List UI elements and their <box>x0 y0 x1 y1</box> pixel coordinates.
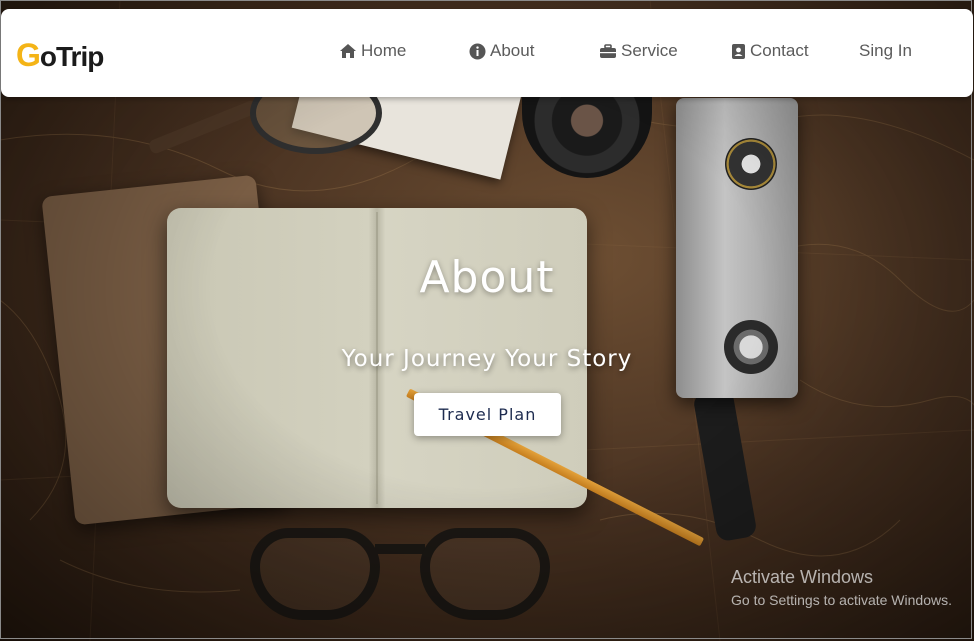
nav-contact-link[interactable]: Contact <box>731 41 809 61</box>
nav-home-label: Home <box>361 41 407 60</box>
nav-about-link[interactable]: About <box>469 41 534 61</box>
logo-text: oTrip <box>39 41 104 72</box>
nav-signin-link[interactable]: Sing In <box>859 41 912 61</box>
nav-contact-label: Contact <box>750 41 809 60</box>
activate-windows-title: Activate Windows <box>731 567 874 587</box>
top-navbar: GoTrip Home About Service Contact Sing I… <box>1 9 973 97</box>
gotrip-logo[interactable]: GoTrip <box>16 37 104 74</box>
page-title: About <box>419 252 555 303</box>
briefcase-icon <box>600 43 616 58</box>
home-icon <box>340 44 356 58</box>
logo-initial: G <box>16 37 41 73</box>
info-icon <box>469 43 486 59</box>
nav-service-link[interactable]: Service <box>599 41 678 61</box>
nav-signin-label: Sing In <box>859 41 912 60</box>
nav-service-label: Service <box>621 41 678 60</box>
hero-subtitle: Your Journey Your Story <box>341 346 633 372</box>
travel-plan-button[interactable]: Travel Plan <box>414 393 561 436</box>
contact-card-icon <box>732 43 745 59</box>
nav-home-link[interactable]: Home <box>339 41 406 61</box>
activate-windows-subtitle: Go to Settings to activate Windows. <box>731 592 952 608</box>
nav-about-label: About <box>490 41 535 60</box>
